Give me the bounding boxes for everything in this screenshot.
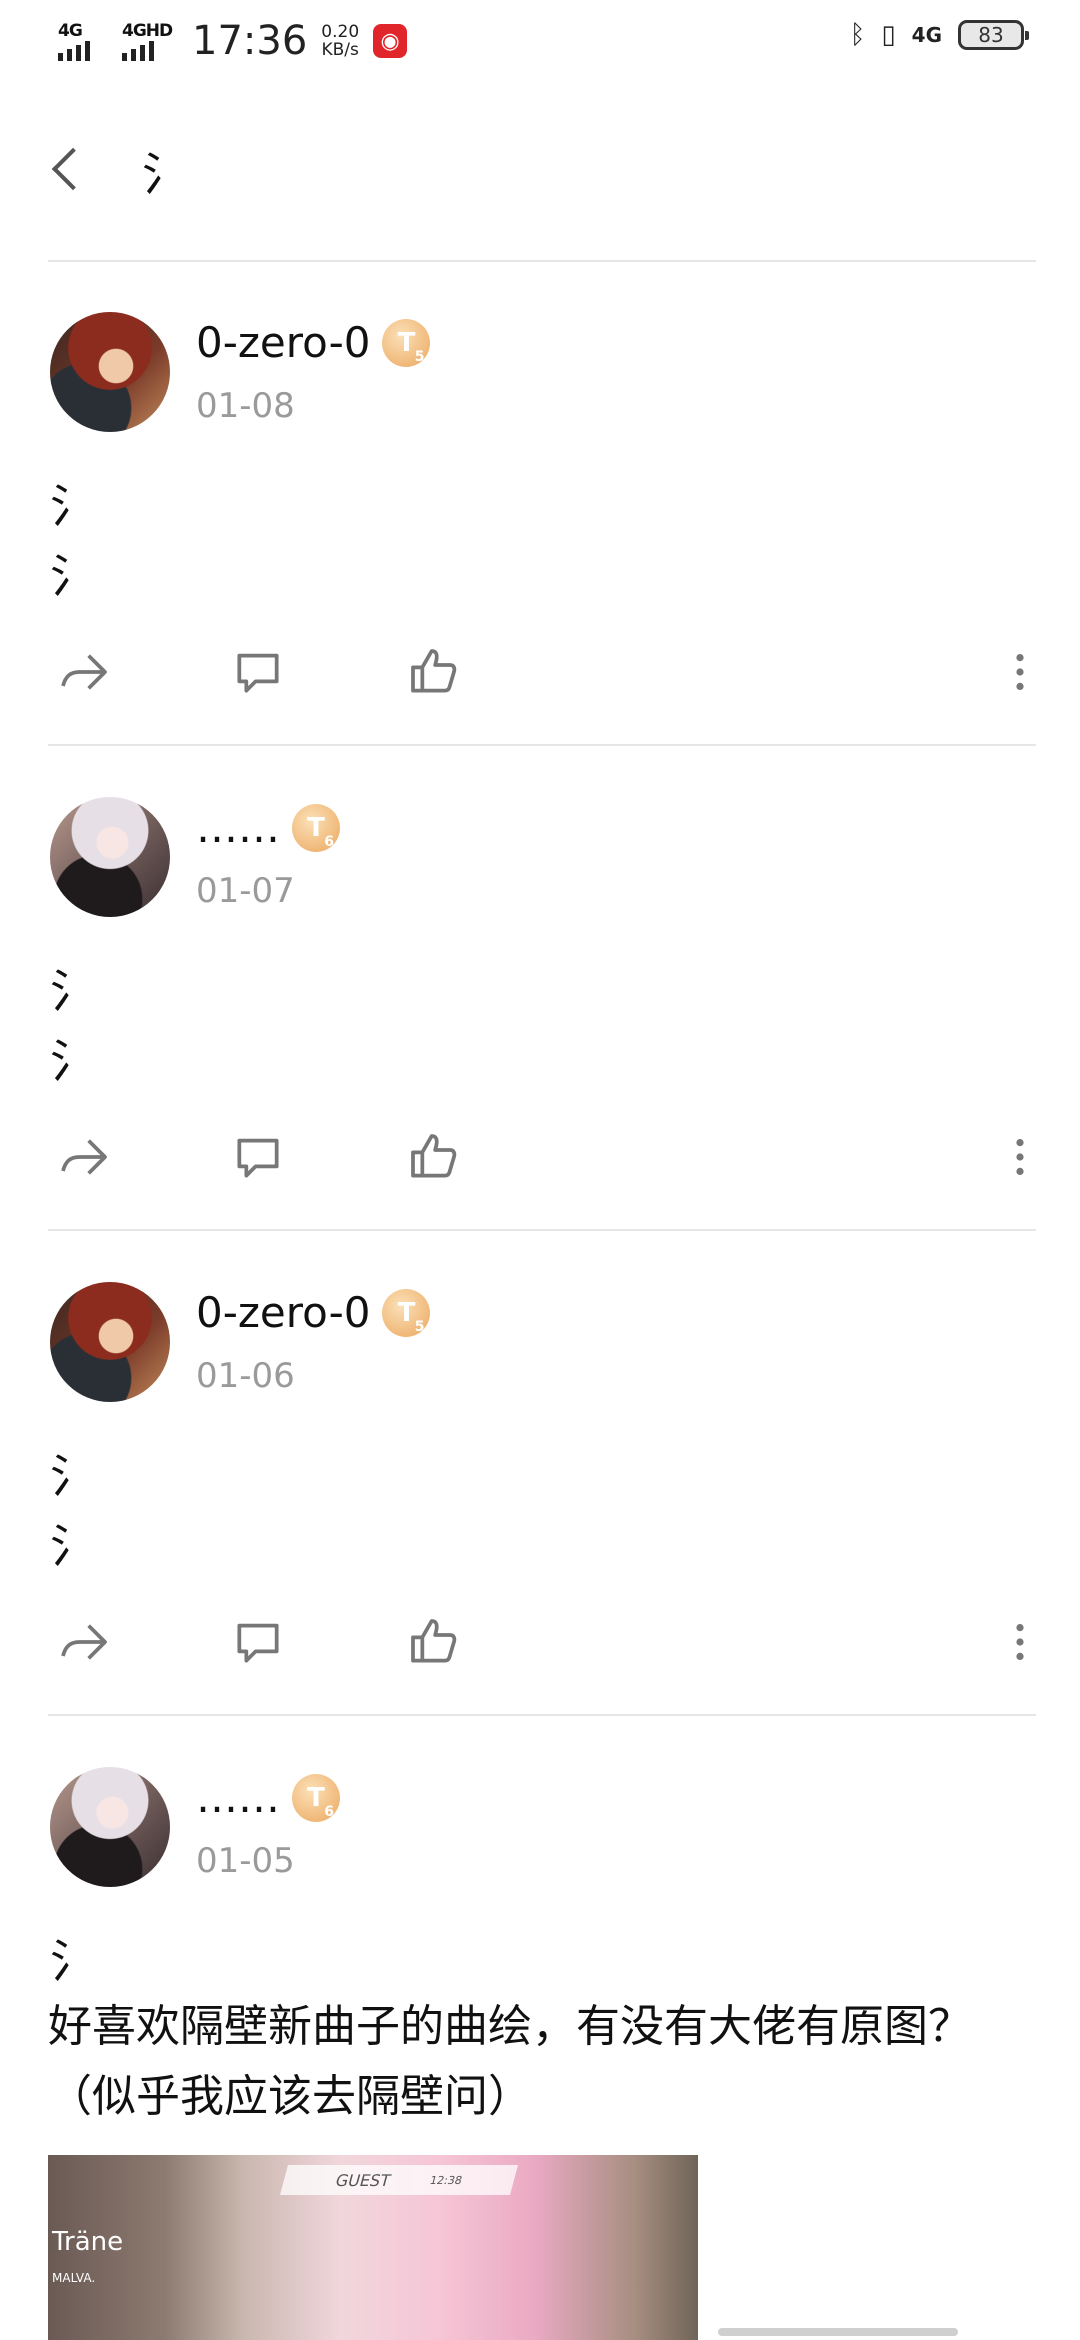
badge-level: 6 [324,833,334,850]
divider [48,1229,1036,1231]
like-icon[interactable] [404,1127,464,1187]
like-icon[interactable] [404,1612,464,1672]
image-title: Träne [52,2227,124,2257]
comment-icon[interactable] [228,1127,288,1187]
badge-level: 5 [414,348,425,365]
divider [48,744,1036,746]
post-actions [0,642,1080,702]
post-line: 氵 [50,549,96,603]
signal-1-label: 4G [58,21,83,41]
clock: 17:36 [192,18,308,64]
guest-time: 12:38 [428,2173,464,2187]
avatar[interactable] [50,312,170,432]
username-row: 0-zero-0 T 5 [196,1288,431,1337]
level-badge-icon: T 6 [292,1773,340,1822]
post-date: 01-08 [196,386,295,426]
post-line: 氵 [50,479,96,533]
avatar[interactable] [50,797,170,917]
post-image[interactable]: GUEST 12:38 Träne MALVA. [48,2155,698,2340]
speed-value: 0.20 [321,22,360,42]
divider [48,260,1036,262]
badge-level: 5 [414,1318,425,1335]
post-date: 01-07 [196,871,295,911]
post-line: 氵 [50,1934,96,1988]
page-title: 氵 [142,147,188,201]
username-row: 0-zero-0 T 5 [196,318,431,367]
signal-icon-2: 4GHD [122,21,173,61]
username[interactable]: 0-zero-0 [196,318,370,367]
image-guest-label: GUEST 12:38 [279,2165,519,2195]
level-badge-icon: T 5 [382,1288,431,1337]
post-line: 氵 [50,1034,96,1088]
post-date: 01-05 [196,1841,295,1881]
username[interactable]: …… [196,1773,280,1822]
share-icon[interactable] [54,1612,114,1672]
username[interactable]: 0-zero-0 [196,1288,370,1337]
post-line: 氵 [50,1449,96,1503]
status-bar: 4G 4GHD 17:36 0.20 KB/s ◉ ᛒ ▯ 4G 83 [0,0,1080,80]
post-body-text: 好喜欢隔壁新曲子的曲绘，有没有大佬有原图？（似乎我应该去隔壁问） [48,2001,972,2122]
image-subtitle: MALVA. [52,2271,96,2285]
username-row: …… T 6 [196,1773,340,1822]
level-badge-icon: T 6 [292,803,340,852]
signal-icon-1: 4G [58,21,108,61]
network-speed: 0.20 KB/s [321,23,359,59]
bluetooth-icon: ᛒ [849,20,866,50]
avatar[interactable] [50,1282,170,1402]
badge-letter: T [397,327,416,358]
post-date: 01-06 [196,1356,295,1396]
comment-icon[interactable] [228,1612,288,1672]
badge-letter: T [307,1782,325,1813]
more-options-icon[interactable] [1000,1127,1040,1187]
post-actions [0,1127,1080,1187]
guest-label: GUEST [333,2170,393,2190]
netease-music-icon: ◉ [373,24,408,58]
status-right: ᛒ ▯ 4G 83 [849,20,1029,50]
battery-level: 83 [978,23,1004,47]
back-icon[interactable] [48,142,88,196]
more-options-icon[interactable] [1000,642,1040,702]
signal-2-label: 4GHD [122,21,173,41]
share-icon[interactable] [54,1127,114,1187]
network-4g-icon: 4G [911,23,942,47]
like-icon[interactable] [404,642,464,702]
post-line: 氵 [50,964,96,1018]
battery-icon: 83 [958,20,1029,50]
vibrate-icon: ▯ [881,20,896,50]
more-options-icon[interactable] [1000,1612,1040,1672]
status-left: 4G 4GHD 17:36 0.20 KB/s ◉ [58,18,408,64]
scroll-indicator [718,2328,958,2336]
level-badge-icon: T 5 [382,318,431,367]
post-line: 氵 [50,1519,96,1573]
post-actions [0,1612,1080,1672]
username-row: …… T 6 [196,803,340,852]
header: 氵 [0,120,1080,220]
badge-letter: T [307,812,325,843]
username[interactable]: …… [196,803,280,852]
comment-icon[interactable] [228,642,288,702]
speed-unit: KB/s [321,40,359,60]
badge-letter: T [397,1297,416,1328]
badge-level: 6 [324,1803,334,1820]
divider [48,1714,1036,1716]
share-icon[interactable] [54,642,114,702]
avatar[interactable] [50,1767,170,1887]
